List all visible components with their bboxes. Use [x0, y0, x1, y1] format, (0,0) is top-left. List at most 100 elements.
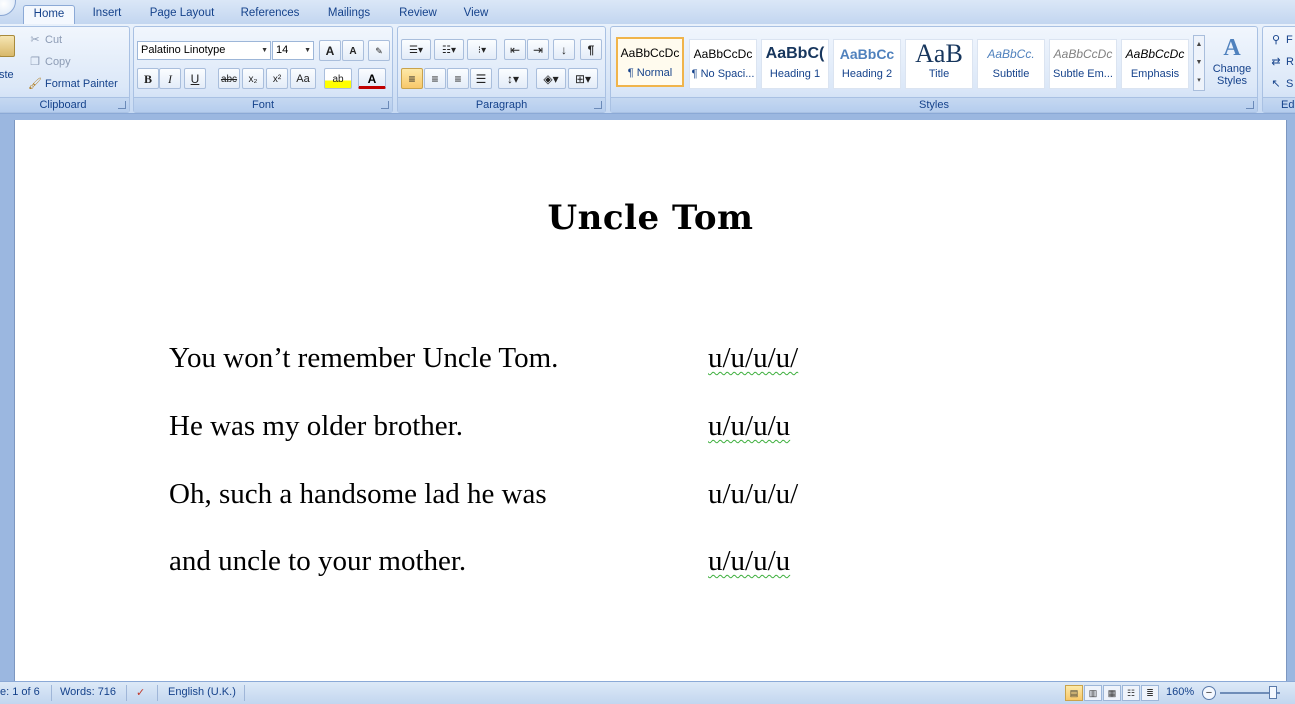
zoom-out-button[interactable]: − [1202, 686, 1216, 700]
office-button[interactable] [0, 0, 16, 16]
bold-button[interactable]: B [137, 68, 159, 89]
show-marks-button[interactable]: ¶ [580, 39, 602, 60]
cut-button[interactable]: ✂ Cut [28, 30, 62, 50]
meter-marking: u/u/u/u [708, 410, 791, 442]
draft-view-button[interactable]: ≣ [1141, 685, 1159, 701]
document-title: Uncle Tom [547, 198, 754, 238]
styles-group: AaBbCcDc ¶ Normal AaBbCcDc ¶ No Spaci...… [610, 26, 1258, 113]
meter-marking: u/u/u/u/ [708, 342, 799, 374]
cut-label: Cut [45, 34, 63, 46]
font-dialog-launcher[interactable] [381, 101, 389, 109]
shading-button[interactable]: ◈▾ [536, 68, 566, 89]
change-styles-button[interactable]: A Change Styles [1209, 33, 1255, 93]
superscript-button[interactable]: x² [266, 68, 288, 89]
font-size-combo[interactable]: 14 ▼ [272, 41, 314, 60]
format-painter-button[interactable]: 🖌 Format Painter [28, 74, 118, 94]
style-normal[interactable]: AaBbCcDc ¶ Normal [616, 37, 684, 87]
bullets-button[interactable]: ☰▾ [401, 39, 431, 60]
copy-label: Copy [45, 56, 71, 68]
tab-home[interactable]: Home [23, 5, 75, 24]
increase-indent-icon: ⇥ [532, 43, 544, 57]
pilcrow-label: ¶ [587, 43, 595, 57]
tab-insert[interactable]: Insert [84, 5, 130, 24]
outline-view-button[interactable]: ☷ [1122, 685, 1140, 701]
align-right-button[interactable]: ≡ [447, 68, 469, 89]
find-button[interactable]: ⚲ F [1269, 30, 1293, 50]
multilevel-list-button[interactable]: ⁝▾ [467, 39, 497, 60]
numbering-button[interactable]: ☷▾ [434, 39, 464, 60]
ribbon: ste ✂ Cut ❐ Copy 🖌 Format Painter Clipboard… [0, 24, 1295, 114]
style-name: Subtle Em... [1053, 68, 1113, 80]
full-screen-reading-view-button[interactable]: ▥ [1084, 685, 1102, 701]
language-indicator[interactable]: English (U.K.) [168, 686, 236, 698]
line-spacing-button[interactable]: ↕▾ [498, 68, 528, 89]
meter-marking: u/u/u/u [708, 545, 791, 577]
poem-line: and uncle to your mother. [169, 545, 467, 577]
decrease-indent-button[interactable]: ⇤ [504, 39, 526, 60]
grow-font-button[interactable]: A [319, 40, 341, 61]
status-bar: e: 1 of 6 Words: 716 ✓ English (U.K.) ▤ … [0, 681, 1295, 704]
justify-button[interactable]: ☰ [470, 68, 492, 89]
tab-review[interactable]: Review [392, 5, 444, 24]
proofing-icon[interactable]: ✓ [136, 686, 145, 699]
justify-icon: ☰ [475, 72, 487, 86]
style-no-spacing[interactable]: AaBbCcDc ¶ No Spaci... [689, 39, 757, 89]
style-heading-1[interactable]: AaBbC( Heading 1 [761, 39, 829, 89]
superscript-label: x² [272, 74, 282, 85]
tab-page-layout[interactable]: Page Layout [142, 5, 222, 24]
italic-button[interactable]: I [159, 68, 181, 89]
paste-icon [0, 35, 15, 57]
clear-formatting-button[interactable]: ✎ [368, 40, 390, 61]
style-subtle-emphasis[interactable]: AaBbCcDc Subtle Em... [1049, 39, 1117, 89]
style-name: Title [928, 68, 950, 80]
select-label: S [1286, 78, 1294, 90]
print-layout-view-button[interactable]: ▤ [1065, 685, 1083, 701]
zoom-out-icon: − [1205, 687, 1213, 699]
page-indicator[interactable]: e: 1 of 6 [0, 686, 40, 698]
highlight-button[interactable]: ab [324, 68, 352, 89]
shrink-font-button[interactable]: A [342, 40, 364, 61]
chevron-down-icon: ▼ [261, 47, 268, 54]
change-case-button[interactable]: Aa [290, 68, 316, 89]
clipboard-dialog-launcher[interactable] [118, 101, 126, 109]
select-button[interactable]: ↖ S [1269, 74, 1293, 94]
document-page[interactable]: Uncle Tom You won’t remember Uncle Tom. … [14, 120, 1287, 690]
align-left-button[interactable]: ≡ [401, 68, 423, 89]
font-name-value: Palatino Linotype [141, 44, 226, 56]
copy-button[interactable]: ❐ Copy [28, 52, 71, 72]
decrease-indent-icon: ⇤ [509, 43, 521, 57]
underline-button[interactable]: U [184, 68, 206, 89]
tab-mailings[interactable]: Mailings [318, 5, 380, 24]
web-layout-view-button[interactable]: ▦ [1103, 685, 1121, 701]
word-count[interactable]: Words: 716 [60, 686, 116, 698]
tab-references[interactable]: References [234, 5, 306, 24]
align-center-button[interactable]: ≡ [424, 68, 446, 89]
style-emphasis[interactable]: AaBbCcDc Emphasis [1121, 39, 1189, 89]
style-title[interactable]: AaB Title [905, 39, 973, 89]
subscript-button[interactable]: x₂ [242, 68, 264, 89]
font-name-combo[interactable]: Palatino Linotype ▼ [137, 41, 271, 60]
style-subtitle[interactable]: AaBbCc. Subtitle [977, 39, 1045, 89]
styles-dialog-launcher[interactable] [1246, 101, 1254, 109]
zoom-level[interactable]: 160% [1166, 686, 1194, 698]
multilevel-list-icon: ⁝▾ [477, 45, 487, 56]
shrink-font-label: A [349, 46, 357, 57]
sort-button[interactable]: ↓ [553, 39, 575, 60]
strikethrough-button[interactable]: abc [218, 68, 240, 89]
tab-view[interactable]: View [456, 5, 496, 24]
status-divider [51, 685, 52, 701]
status-divider [244, 685, 245, 701]
replace-button[interactable]: ⇄ R [1269, 52, 1294, 72]
font-color-button[interactable]: A [358, 68, 386, 89]
font-group-label: Font [134, 97, 392, 112]
paragraph-dialog-launcher[interactable] [594, 101, 602, 109]
styles-gallery-scroll[interactable]: ▲ ▼ ▾ [1193, 35, 1205, 91]
cursor-icon: ↖ [1271, 78, 1281, 90]
style-sample: AaBbC( [765, 45, 825, 62]
increase-indent-button[interactable]: ⇥ [527, 39, 549, 60]
style-heading-2[interactable]: AaBbCc Heading 2 [833, 39, 901, 89]
paste-button[interactable]: ste [0, 31, 19, 95]
meter-marking: u/u/u/u/ [708, 478, 799, 510]
borders-button[interactable]: ⊞▾ [568, 68, 598, 89]
zoom-slider-thumb[interactable] [1269, 686, 1277, 699]
